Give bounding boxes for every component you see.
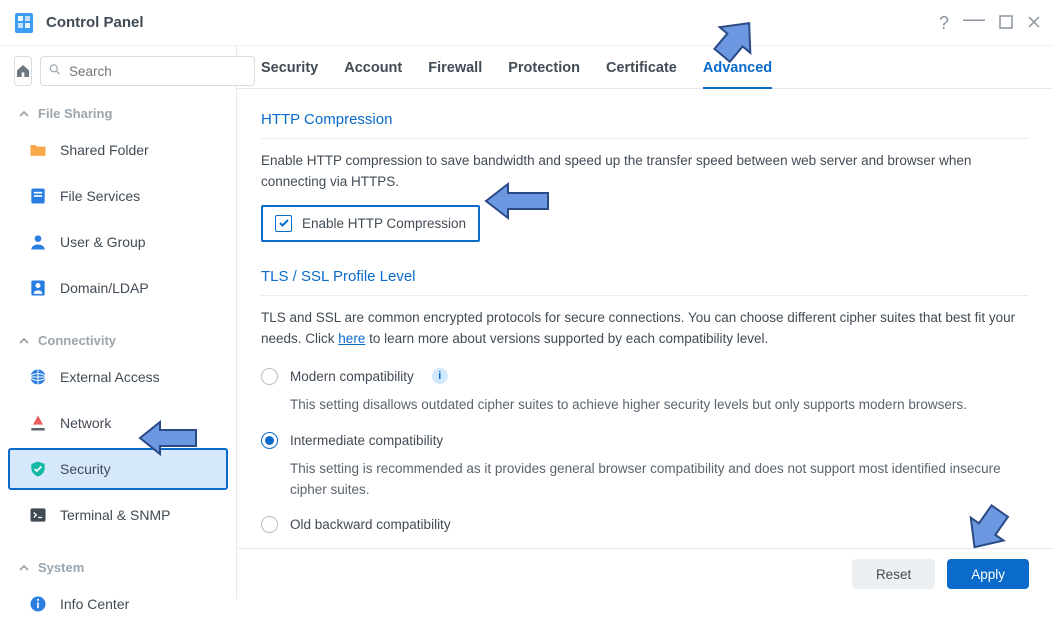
minimize-icon[interactable]: — xyxy=(963,8,985,30)
sidebar-item-label: Shared Folder xyxy=(60,142,149,158)
sidebar-item-external-access[interactable]: External Access xyxy=(8,356,228,398)
checkbox-icon xyxy=(275,215,292,232)
terminal-icon xyxy=(28,505,48,525)
close-icon[interactable] xyxy=(1027,14,1041,32)
home-icon xyxy=(15,63,31,79)
radio-label: Intermediate compatibility xyxy=(290,433,443,448)
radio-icon xyxy=(261,432,278,449)
sidebar-item-label: Security xyxy=(60,461,111,477)
sidebar-item-terminal-snmp[interactable]: Terminal & SNMP xyxy=(8,494,228,536)
learn-more-link[interactable]: here xyxy=(338,331,365,346)
info-icon xyxy=(28,594,48,614)
maximize-icon[interactable] xyxy=(999,14,1013,32)
sidebar-item-label: Info Center xyxy=(60,596,129,612)
radio-label: Old backward compatibility xyxy=(290,517,451,532)
group-system[interactable]: System xyxy=(0,550,236,581)
radio-old[interactable]: Old backward compatibility xyxy=(261,510,1029,539)
group-label: Connectivity xyxy=(38,333,116,348)
enable-http-compression-checkbox[interactable]: Enable HTTP Compression xyxy=(261,205,480,242)
sidebar-item-security[interactable]: Security xyxy=(8,448,228,490)
section-http-compression-title: HTTP Compression xyxy=(261,105,1029,139)
content-scroll[interactable]: HTTP Compression Enable HTTP compression… xyxy=(237,89,1053,599)
tabs: Security Account Firewall Protection Cer… xyxy=(237,46,1053,89)
tls-desc-post: to learn more about versions supported b… xyxy=(365,331,768,346)
control-panel-icon xyxy=(12,11,36,35)
domain-icon xyxy=(28,278,48,298)
sidebar-item-file-services[interactable]: File Services xyxy=(8,175,228,217)
chevron-up-icon xyxy=(18,108,30,120)
group-label: File Sharing xyxy=(38,106,112,121)
sidebar-item-user-group[interactable]: User & Group xyxy=(8,221,228,263)
footer: Reset Apply xyxy=(237,548,1053,599)
file-services-icon xyxy=(28,186,48,206)
titlebar: Control Panel ? — xyxy=(0,0,1053,46)
radio-modern-desc: This setting disallows outdated cipher s… xyxy=(261,391,1029,426)
group-label: System xyxy=(38,560,84,575)
radio-icon xyxy=(261,368,278,385)
tab-security[interactable]: Security xyxy=(261,60,318,88)
sidebar-item-label: Terminal & SNMP xyxy=(60,507,170,523)
sidebar-item-label: Domain/LDAP xyxy=(60,280,149,296)
network-icon xyxy=(28,413,48,433)
section-tls-desc: TLS and SSL are common encrypted protoco… xyxy=(261,308,1029,350)
help-icon[interactable]: ? xyxy=(939,14,949,32)
chevron-up-icon xyxy=(18,335,30,347)
window-title: Control Panel xyxy=(46,14,939,31)
sidebar-item-label: External Access xyxy=(60,369,160,385)
sidebar-item-label: User & Group xyxy=(60,234,146,250)
shield-icon xyxy=(28,459,48,479)
section-tls-title: TLS / SSL Profile Level xyxy=(261,262,1029,296)
tab-protection[interactable]: Protection xyxy=(508,60,580,88)
group-connectivity[interactable]: Connectivity xyxy=(0,323,236,354)
tab-firewall[interactable]: Firewall xyxy=(428,60,482,88)
sidebar-item-domain-ldap[interactable]: Domain/LDAP xyxy=(8,267,228,309)
globe-icon xyxy=(28,367,48,387)
home-button[interactable] xyxy=(14,56,32,86)
tab-account[interactable]: Account xyxy=(344,60,402,88)
radio-modern[interactable]: Modern compatibility i xyxy=(261,362,1029,391)
reset-button[interactable]: Reset xyxy=(852,559,935,589)
chevron-up-icon xyxy=(18,562,30,574)
tab-certificate[interactable]: Certificate xyxy=(606,60,677,88)
search-input[interactable] xyxy=(40,56,255,86)
sidebar-item-label: File Services xyxy=(60,188,140,204)
sidebar-item-network[interactable]: Network xyxy=(8,402,228,444)
sidebar-item-info-center[interactable]: Info Center xyxy=(8,583,228,625)
user-icon xyxy=(28,232,48,252)
radio-icon xyxy=(261,516,278,533)
sidebar: File Sharing Shared Folder File Services… xyxy=(0,46,237,599)
info-badge-icon[interactable]: i xyxy=(432,368,448,384)
tab-advanced[interactable]: Advanced xyxy=(703,60,772,88)
sidebar-item-shared-folder[interactable]: Shared Folder xyxy=(8,129,228,171)
content: Security Account Firewall Protection Cer… xyxy=(237,46,1053,599)
group-file-sharing[interactable]: File Sharing xyxy=(0,96,236,127)
search-icon xyxy=(48,63,62,80)
radio-label: Modern compatibility xyxy=(290,369,414,384)
sidebar-item-label: Network xyxy=(60,415,111,431)
checkbox-label: Enable HTTP Compression xyxy=(302,216,466,231)
radio-intermediate[interactable]: Intermediate compatibility xyxy=(261,426,1029,455)
radio-intermediate-desc: This setting is recommended as it provid… xyxy=(261,455,1029,511)
apply-button[interactable]: Apply xyxy=(947,559,1029,589)
section-http-compression-desc: Enable HTTP compression to save bandwidt… xyxy=(261,151,1029,193)
folder-icon xyxy=(28,140,48,160)
